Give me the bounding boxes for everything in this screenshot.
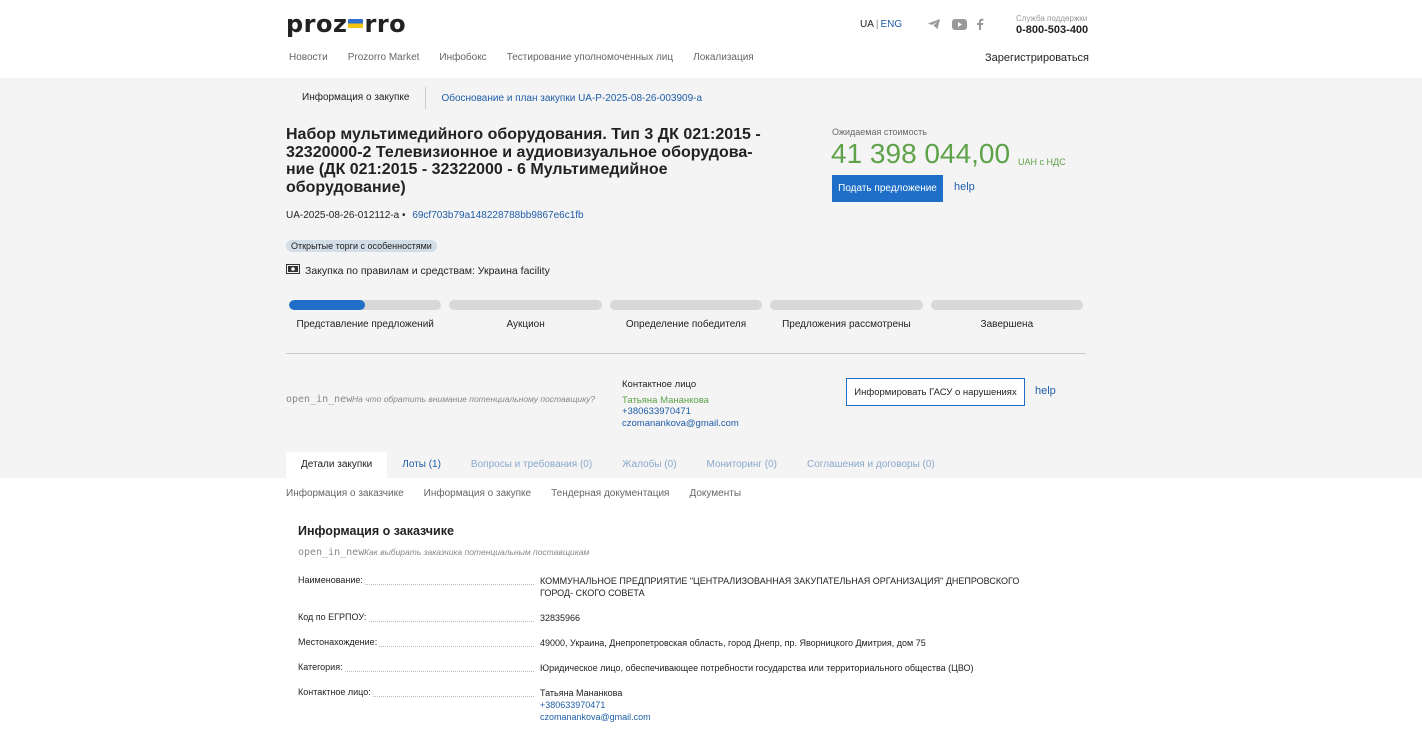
- supplier-hint-link[interactable]: На что обратить внимание потенциальному …: [352, 394, 595, 404]
- row-key: Контактное лицо:: [298, 687, 540, 723]
- step-label: Предложения рассмотрены: [782, 319, 911, 330]
- bullet: •: [402, 210, 406, 221]
- customer-hint-link[interactable]: Как выбирать заказчика потенциальным пос…: [364, 547, 589, 557]
- help-link[interactable]: help: [954, 181, 975, 193]
- contact-person: Контактное лицо Татьяна Мананкова +38063…: [622, 379, 739, 429]
- customer-row: Местонахождение: 49000, Украина, Днепроп…: [298, 637, 1058, 649]
- nav-documents[interactable]: Документы: [689, 488, 741, 499]
- nav-news[interactable]: Новости: [289, 52, 328, 63]
- tab-tender-info[interactable]: Информация о закупке: [286, 87, 427, 109]
- currency-label: UAH с НДС: [1018, 157, 1066, 167]
- row-value: КОММУНАЛЬНОЕ ПРЕДПРИЯТИЕ "ЦЕНТРАЛИЗОВАНН…: [540, 576, 1020, 598]
- tender-title: Набор мультимедийного оборудования. Тип …: [286, 126, 761, 196]
- tender-hash-link[interactable]: 69cf703b79a148228788bb9867e6c1fb: [412, 210, 583, 221]
- row-value: Юридическое лицо, обеспечивающее потребн…: [540, 663, 974, 673]
- details-tabs: Детали закупки Лоты (1) Вопросы и требов…: [286, 452, 950, 478]
- tab-questions[interactable]: Вопросы и требования (0): [456, 452, 607, 478]
- tender-subtabs: Информация о закупке Обоснование и план …: [286, 87, 717, 109]
- contact-email[interactable]: czomanankova@gmail.com: [622, 418, 739, 430]
- progress-bar: [770, 300, 923, 310]
- nav-localization[interactable]: Локализация: [693, 52, 754, 63]
- row-key: Местонахождение:: [298, 637, 540, 649]
- progress-step: Завершена: [930, 300, 1084, 330]
- customer-row: Код по ЕГРПОУ: 32835966: [298, 612, 1058, 624]
- tab-agreements[interactable]: Соглашения и договоры (0): [792, 452, 950, 478]
- funding-rules: Закупка по правилам и средствам: Украина…: [286, 264, 550, 277]
- divider: [286, 353, 1086, 354]
- nav-testing[interactable]: Тестирование уполномоченных лиц: [507, 52, 673, 63]
- progress-step: Предложения рассмотрены: [770, 300, 923, 330]
- submit-offer-button[interactable]: Подать предложение: [832, 175, 943, 202]
- procedure-badge: Открытые торги с особенностями: [286, 240, 437, 252]
- nav-tender-docs[interactable]: Тендерная документация: [551, 488, 669, 499]
- tab-monitoring[interactable]: Мониторинг (0): [692, 452, 792, 478]
- lang-ua[interactable]: UA: [860, 19, 874, 30]
- prozorro-logo[interactable]: proz rro: [286, 10, 406, 38]
- row-key: Наименование:: [298, 575, 540, 599]
- site-header: proz rro UA | ENG Служба поддержки 0-800-50…: [0, 0, 1422, 78]
- progress-bar: [289, 300, 442, 310]
- progress-step: Аукцион: [449, 300, 602, 330]
- tender-id: UA-2025-08-26-012112-a: [286, 210, 400, 221]
- youtube-icon[interactable]: [951, 17, 967, 31]
- customer-contact-phone[interactable]: +380633970471: [540, 699, 1050, 711]
- step-label: Завершена: [980, 319, 1034, 330]
- customer-row: Наименование: КОММУНАЛЬНОЕ ПРЕДПРИЯТИЕ "…: [298, 575, 1058, 599]
- tender-progress: Представление предложений Аукцион Опреде…: [289, 300, 1084, 330]
- step-label: Представление предложений: [296, 319, 434, 330]
- step-label: Определение победителя: [625, 319, 747, 330]
- telegram-icon[interactable]: [926, 17, 942, 31]
- row-key: Категория:: [298, 662, 540, 674]
- customer-section-title: Информация о заказчике: [298, 524, 454, 538]
- progress-bar: [609, 300, 763, 310]
- nav-infobox[interactable]: Инфобокс: [439, 52, 486, 63]
- row-value: 49000, Украина, Днепропетровская область…: [540, 638, 926, 648]
- nav-tender-info[interactable]: Информация о закупке: [424, 488, 531, 499]
- report-gasu-button[interactable]: Информировать ГАСУ о нарушениях: [846, 378, 1025, 406]
- expected-cost-label: Ожидаемая стоимость: [832, 127, 927, 137]
- customer-contact-email[interactable]: czomanankova@gmail.com: [540, 711, 1050, 723]
- support-phone[interactable]: 0-800-503-400: [1016, 24, 1088, 36]
- section-nav: Информация о заказчике Информация о заку…: [286, 488, 741, 499]
- support-block: Служба поддержки 0-800-503-400: [1016, 14, 1088, 36]
- customer-row: Категория: Юридическое лицо, обеспечиваю…: [298, 662, 1058, 674]
- language-switcher: UA | ENG: [860, 19, 903, 30]
- row-key: Код по ЕГРПОУ:: [298, 612, 540, 624]
- step-label: Аукцион: [506, 319, 545, 330]
- progress-bar: [930, 300, 1084, 310]
- progress-bar: [449, 300, 602, 310]
- open-in-new-icon[interactable]: open_in_new: [298, 547, 364, 558]
- facebook-icon[interactable]: [972, 17, 988, 31]
- ukraine-flag-icon: [348, 19, 364, 28]
- nav-customer-info[interactable]: Информация о заказчике: [286, 488, 404, 499]
- open-in-new-icon[interactable]: open_in_new: [286, 394, 352, 405]
- progress-step: Представление предложений: [289, 300, 442, 330]
- help-link[interactable]: help: [1035, 385, 1056, 397]
- customer-contact-name: Татьяна Мананкова: [540, 688, 623, 698]
- tab-details[interactable]: Детали закупки: [286, 452, 388, 478]
- tender-ids: UA-2025-08-26-012112-a • 69cf703b79a1482…: [286, 210, 584, 221]
- contact-name: Татьяна Мананкова: [622, 394, 709, 406]
- tab-plan-link[interactable]: Обоснование и план закупки UA-P-2025-08-…: [426, 93, 717, 104]
- support-label: Служба поддержки: [1016, 14, 1088, 23]
- row-value: Татьяна Мананкова +380633970471 czomanan…: [540, 687, 1050, 723]
- progress-step: Определение победителя: [609, 300, 763, 330]
- tab-lots[interactable]: Лоты (1): [387, 452, 456, 478]
- contact-header: Контактное лицо: [622, 379, 697, 390]
- main-nav: Новости Prozorro Market Инфобокс Тестиро…: [289, 52, 754, 63]
- money-icon: [286, 264, 300, 277]
- register-link[interactable]: Зарегистрироваться: [985, 52, 1089, 64]
- lang-eng[interactable]: ENG: [881, 19, 903, 30]
- expected-cost-value: 41 398 044,00: [831, 138, 1011, 169]
- nav-market[interactable]: Prozorro Market: [348, 52, 420, 63]
- tab-complaints[interactable]: Жалобы (0): [607, 452, 691, 478]
- progress-fill: [289, 300, 366, 310]
- contact-phone[interactable]: +380633970471: [622, 406, 739, 418]
- customer-row: Контактное лицо: Татьяна Мананкова +3806…: [298, 687, 1058, 723]
- funding-rules-text: Закупка по правилам и средствам: Украина…: [305, 264, 550, 277]
- row-value: 32835966: [540, 613, 581, 623]
